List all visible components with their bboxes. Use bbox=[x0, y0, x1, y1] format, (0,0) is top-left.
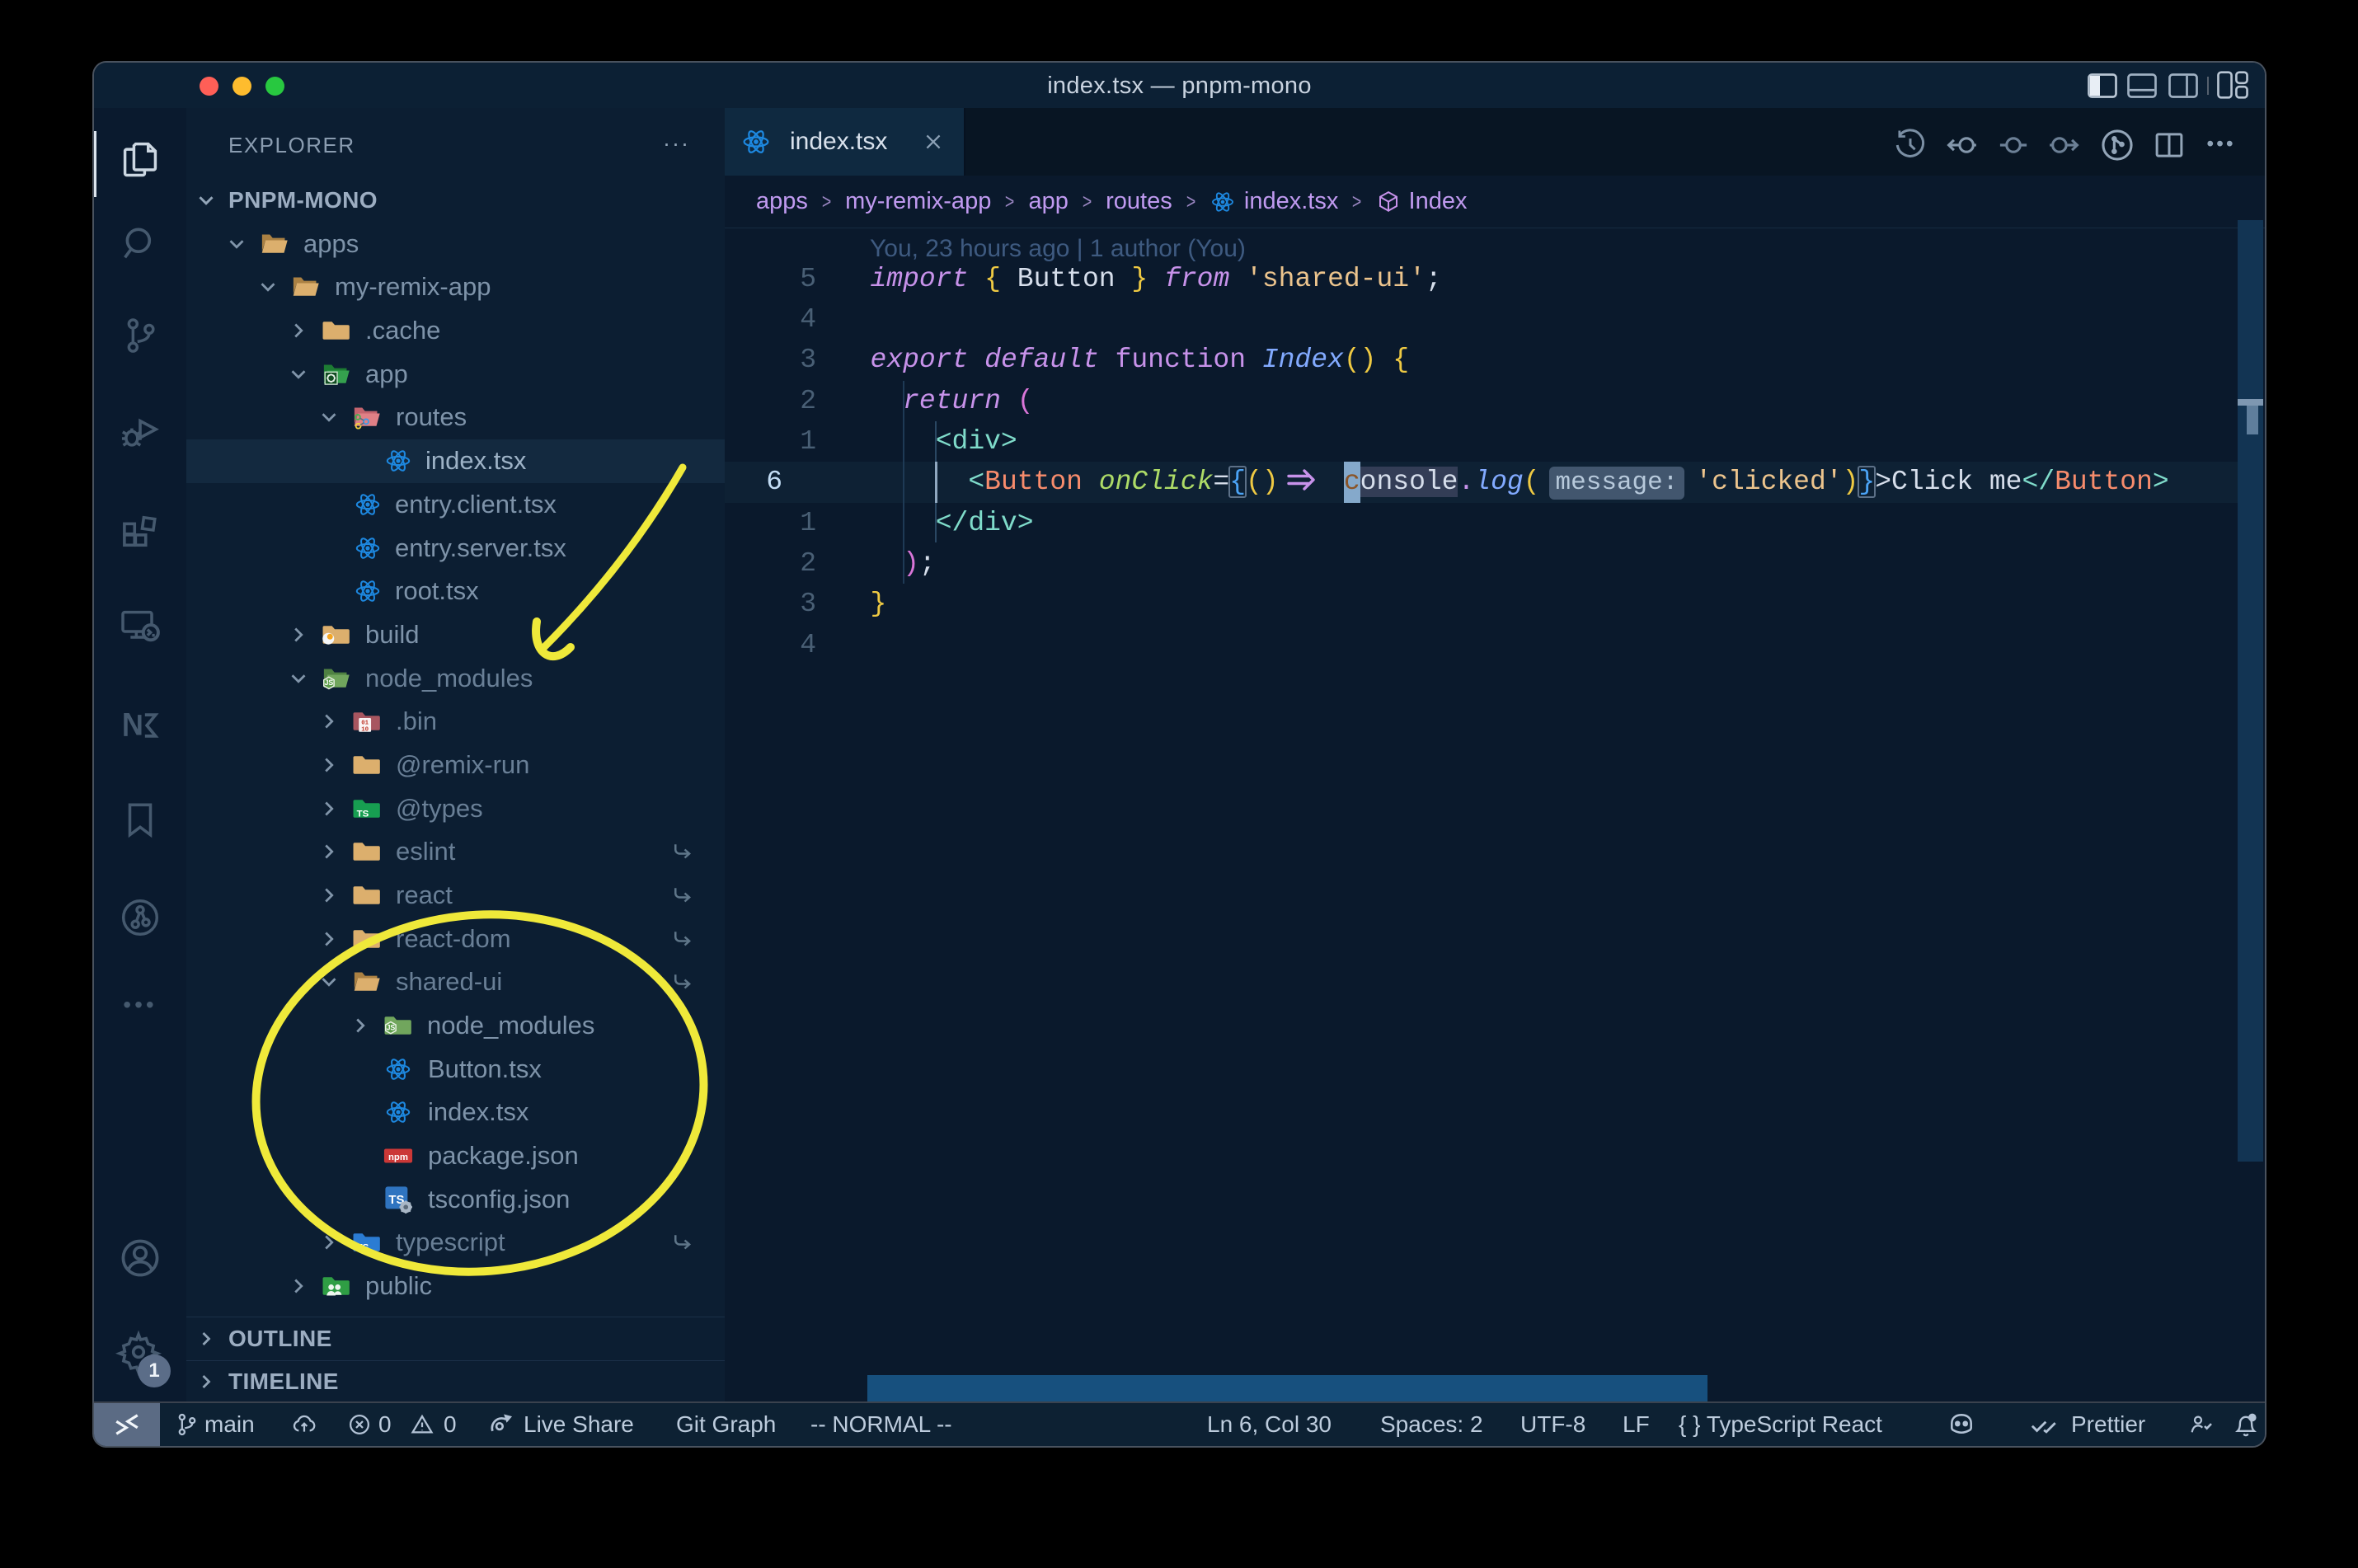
svg-text:TS: TS bbox=[357, 809, 369, 819]
svg-text:TS: TS bbox=[357, 1243, 369, 1253]
svg-text:01: 01 bbox=[361, 721, 369, 727]
svg-text:JS: JS bbox=[325, 678, 334, 687]
svg-text:npm: npm bbox=[388, 1153, 408, 1162]
svg-text:10: 10 bbox=[361, 727, 369, 734]
svg-text:JS: JS bbox=[387, 1023, 396, 1031]
